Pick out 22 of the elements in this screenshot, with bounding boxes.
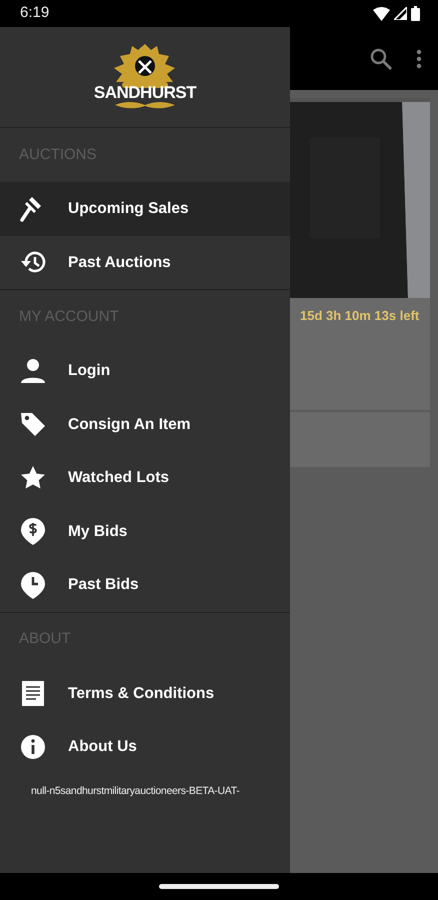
menu-item[interactable]: Past Auctions bbox=[0, 236, 290, 289]
menu-item[interactable]: Consign An Item bbox=[0, 398, 290, 451]
home-handle[interactable] bbox=[159, 884, 279, 889]
battery-icon bbox=[411, 6, 420, 21]
status-time: 6:19 bbox=[20, 3, 50, 24]
time-left: 15d 3h 10m 13s left bbox=[299, 307, 420, 325]
menu-item[interactable]: Past Bids bbox=[0, 558, 290, 612]
dollar-pin-icon bbox=[18, 516, 48, 546]
logo-text: SANDHURST bbox=[94, 84, 196, 101]
menu-item[interactable]: Watched Lots bbox=[0, 451, 290, 504]
menu-item[interactable]: Terms & Conditions bbox=[0, 666, 290, 720]
menu-item[interactable]: Login bbox=[0, 344, 290, 398]
version-text: null-n5sandhurstmilitaryauctioneers-BETA-UAT- bbox=[31, 784, 240, 796]
menu-item[interactable]: About Us bbox=[0, 720, 290, 774]
search-icon[interactable] bbox=[370, 48, 392, 70]
menu-item[interactable]: My Bids bbox=[0, 504, 290, 558]
wifi-icon bbox=[373, 6, 390, 20]
clock-pin-icon bbox=[18, 570, 48, 600]
menu-item[interactable]: Upcoming Sales bbox=[0, 182, 290, 236]
more-icon[interactable] bbox=[416, 48, 422, 68]
ornament-icon bbox=[115, 101, 175, 110]
signal-icon bbox=[394, 7, 407, 20]
